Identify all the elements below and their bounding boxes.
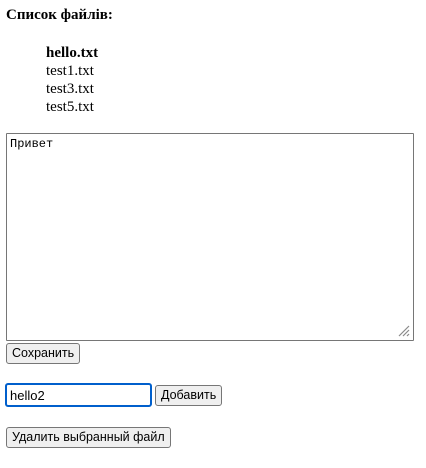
resize-grip-icon[interactable] — [396, 323, 410, 337]
file-list: hello.txt test1.txt test3.txt test5.txt — [46, 44, 98, 116]
delete-selected-file-button[interactable]: Удалить выбранный файл — [6, 427, 171, 448]
file-list-item[interactable]: hello.txt — [46, 44, 98, 62]
file-list-item[interactable]: test3.txt — [46, 80, 98, 98]
save-button[interactable]: Сохранить — [6, 343, 81, 364]
add-file-button[interactable]: Добавить — [155, 385, 223, 406]
new-file-name-input[interactable] — [5, 383, 152, 407]
file-list-item[interactable]: test1.txt — [46, 62, 98, 80]
file-list-item[interactable]: test5.txt — [46, 98, 98, 116]
file-list-heading: Список файлів: — [6, 7, 113, 23]
file-content-textarea[interactable]: Привет — [6, 133, 414, 341]
